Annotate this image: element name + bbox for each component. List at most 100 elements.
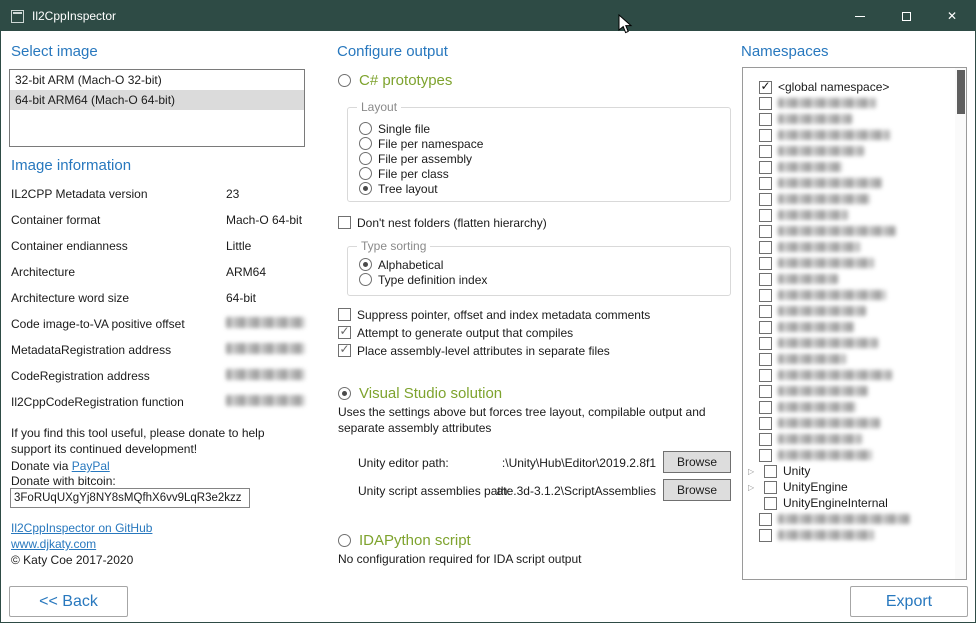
radio-icon (359, 137, 372, 150)
radio-icon (359, 273, 372, 286)
browse-editor-path-button[interactable]: Browse (663, 451, 731, 473)
namespace-item[interactable] (759, 383, 952, 399)
export-button[interactable]: Export (850, 586, 968, 617)
namespace-item[interactable] (759, 143, 952, 159)
option-label: File per class (378, 167, 449, 181)
namespace-item[interactable] (759, 191, 952, 207)
radio-icon (359, 167, 372, 180)
window-title: Il2CppInspector (32, 9, 116, 23)
info-row: ArchitectureARM64 (11, 265, 305, 291)
namespace-item[interactable] (759, 335, 952, 351)
checkbox-icon (759, 369, 772, 382)
namespace-item-unity[interactable]: Unity (748, 463, 952, 479)
namespace-item[interactable] (759, 175, 952, 191)
redacted-label (778, 514, 910, 524)
namespace-item-global[interactable]: <global namespace> (759, 79, 952, 95)
option-label: Attempt to generate output that compiles (357, 326, 573, 340)
scrollbar-thumb[interactable] (957, 70, 965, 114)
radio-icon-selected (338, 387, 351, 400)
github-link[interactable]: Il2CppInspector on GitHub (11, 521, 152, 535)
namespace-item-unityengineinternal[interactable]: UnityEngineInternal (748, 495, 952, 511)
minimize-button[interactable] (837, 1, 883, 31)
info-label: Container endianness (11, 239, 226, 253)
option-label: Single file (378, 122, 430, 136)
redacted-label (778, 258, 874, 268)
donate-bitcoin-label: Donate with bitcoin: (11, 474, 116, 488)
namespace-item[interactable] (759, 287, 952, 303)
info-row: Il2CppCodeRegistration function (11, 395, 305, 421)
expander-icon[interactable] (748, 463, 758, 479)
namespace-item[interactable] (759, 95, 952, 111)
flatten-hierarchy-checkbox[interactable]: Don't nest folders (flatten hierarchy) (338, 215, 547, 230)
redacted-label (778, 242, 860, 252)
suppress-metadata-checkbox[interactable]: Suppress pointer, offset and index metad… (338, 307, 650, 322)
namespace-item[interactable] (759, 223, 952, 239)
checkbox-icon (759, 353, 772, 366)
info-label: Architecture word size (11, 291, 226, 305)
redacted-label (778, 530, 874, 540)
image-list-item[interactable]: 32-bit ARM (Mach-O 32-bit) (10, 70, 304, 90)
namespace-item[interactable] (759, 159, 952, 175)
radio-single-file[interactable]: Single file (359, 121, 730, 136)
radio-tree-layout[interactable]: Tree layout (359, 181, 730, 196)
info-row: MetadataRegistration address (11, 343, 305, 369)
namespace-item[interactable] (759, 207, 952, 223)
unity-editor-path-value: :\Unity\Hub\Editor\2019.2.8f1 (451, 456, 656, 470)
checkbox-icon (764, 465, 777, 478)
donate-text: If you find this tool useful, please don… (11, 425, 303, 457)
radio-file-per-class[interactable]: File per class (359, 166, 730, 181)
namespaces-scrollbar[interactable] (955, 68, 966, 579)
donate-via-text: Donate via (11, 459, 72, 473)
paypal-link[interactable]: PayPal (72, 459, 110, 473)
type-sorting-groupbox: Type sorting Alphabetical Type definitio… (347, 246, 731, 296)
redacted-label (778, 162, 842, 172)
namespace-label: UnityEngine (783, 480, 848, 494)
maximize-button[interactable] (883, 1, 929, 31)
idapython-description: No configuration required for IDA script… (338, 552, 581, 566)
namespace-item[interactable] (759, 447, 952, 463)
browse-script-path-button[interactable]: Browse (663, 479, 731, 501)
radio-icon (338, 534, 351, 547)
image-info-table: IL2CPP Metadata version23 Container form… (11, 187, 305, 421)
redacted-label (778, 434, 862, 444)
image-listbox[interactable]: 32-bit ARM (Mach-O 32-bit) 64-bit ARM64 … (9, 69, 305, 147)
namespace-item[interactable] (759, 527, 952, 543)
csharp-prototypes-radio[interactable]: C# prototypes (338, 71, 452, 89)
checkbox-icon-checked (338, 344, 351, 357)
radio-type-definition-index[interactable]: Type definition index (359, 272, 730, 287)
image-list-item-selected[interactable]: 64-bit ARM64 (Mach-O 64-bit) (10, 90, 304, 110)
expander-icon[interactable] (748, 479, 758, 495)
namespace-item[interactable] (759, 319, 952, 335)
namespace-item[interactable] (759, 127, 952, 143)
idapython-script-radio[interactable]: IDAPython script (338, 531, 471, 549)
namespace-item[interactable] (759, 239, 952, 255)
namespace-item-unityengine[interactable]: UnityEngine (748, 479, 952, 495)
separate-attributes-checkbox[interactable]: Place assembly-level attributes in separ… (338, 343, 610, 358)
namespace-item[interactable] (759, 255, 952, 271)
visual-studio-solution-radio[interactable]: Visual Studio solution (338, 384, 502, 402)
namespace-item[interactable] (759, 111, 952, 127)
redacted-label (778, 306, 866, 316)
namespace-item[interactable] (759, 415, 952, 431)
bitcoin-address-input[interactable] (10, 488, 250, 508)
namespace-item[interactable] (759, 351, 952, 367)
namespace-item[interactable] (759, 271, 952, 287)
website-link[interactable]: www.djkaty.com (11, 537, 96, 551)
close-button[interactable]: ✕ (929, 1, 975, 31)
redacted-value (226, 395, 305, 406)
namespace-item[interactable] (759, 367, 952, 383)
radio-alphabetical[interactable]: Alphabetical (359, 257, 730, 272)
radio-file-per-namespace[interactable]: File per namespace (359, 136, 730, 151)
checkbox-icon (759, 273, 772, 286)
namespace-item[interactable] (759, 431, 952, 447)
namespace-item[interactable] (759, 303, 952, 319)
donate-paypal-line: Donate via PayPal (11, 459, 110, 473)
checkbox-icon (759, 385, 772, 398)
namespace-item[interactable] (759, 511, 952, 527)
namespace-item[interactable] (759, 399, 952, 415)
checkbox-icon (759, 417, 772, 430)
option-label: File per assembly (378, 152, 472, 166)
back-button[interactable]: << Back (9, 586, 128, 617)
radio-file-per-assembly[interactable]: File per assembly (359, 151, 730, 166)
compilable-output-checkbox[interactable]: Attempt to generate output that compiles (338, 325, 573, 340)
